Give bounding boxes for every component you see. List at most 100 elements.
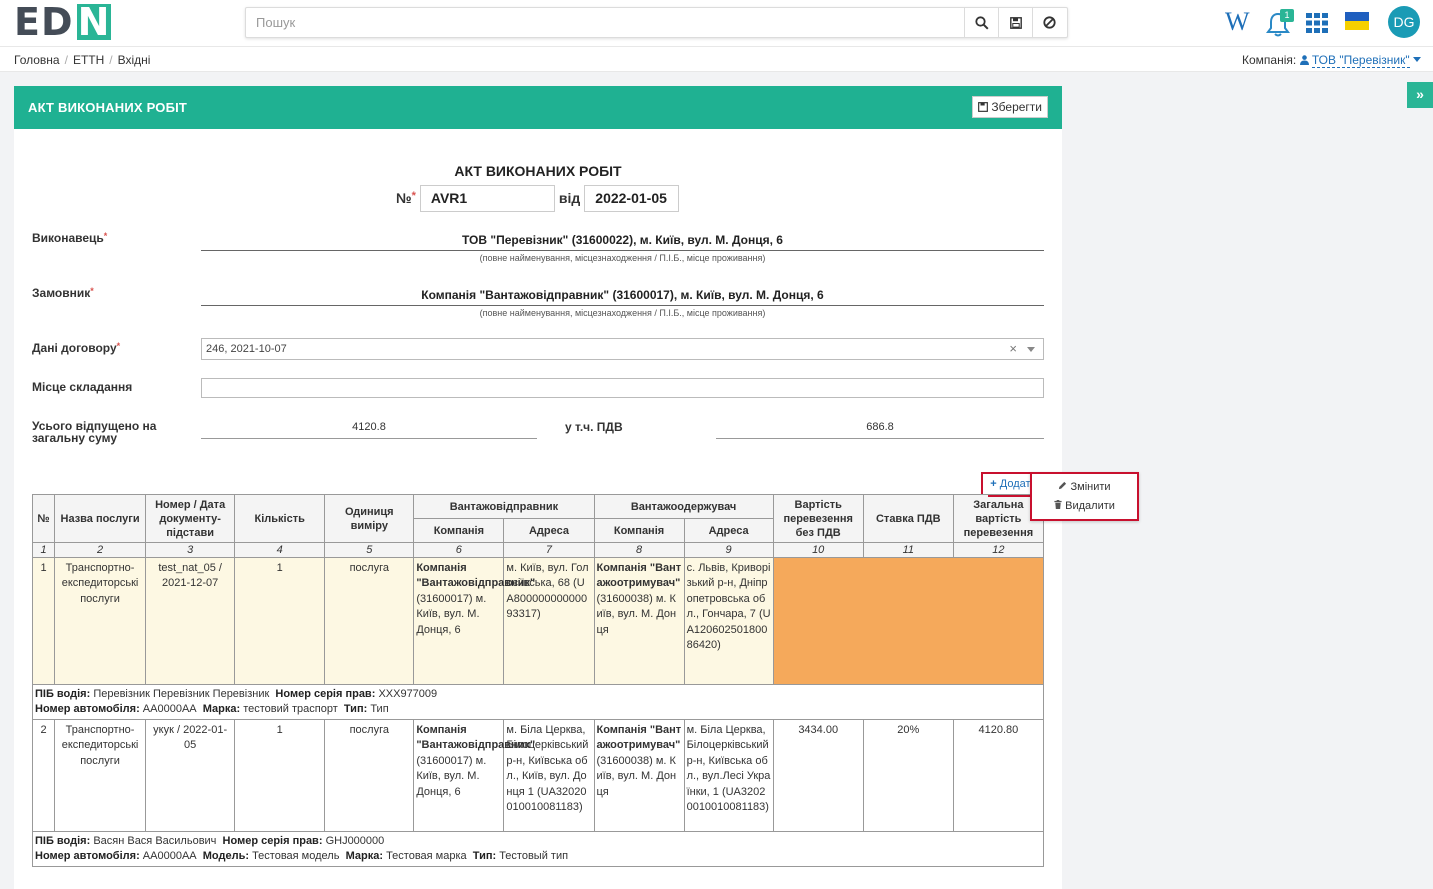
act-panel: АКТ ВИКОНАНИХ РОБІТ Зберегти АКТ ВИКОНАН… <box>14 86 1062 889</box>
executor-value[interactable]: ТОВ "Перевізник" (31600022), м. Київ, ву… <box>201 233 1044 251</box>
row-total <box>953 557 1045 685</box>
row-total: 4120.80 <box>952 719 1045 832</box>
search-button[interactable] <box>964 8 998 37</box>
col-doc-header: Номер / Дата документу-підстави <box>145 494 236 543</box>
row-num: 1 <box>31 557 56 685</box>
row-qty: 1 <box>234 557 326 685</box>
top-bar: ED N W 1 DG <box>0 0 1433 46</box>
company-label: Компанія: <box>1241 53 1297 67</box>
col-consignee-header: Вантажоодержувач <box>593 494 774 519</box>
user-avatar[interactable]: DG <box>1388 6 1420 38</box>
logo-text: ED <box>14 0 74 44</box>
breadcrumb-incoming[interactable]: Вхідні <box>118 53 151 67</box>
save-button-label: Зберегти <box>991 100 1042 114</box>
executor-hint: (повне найменування, місцезнаходження / … <box>479 253 766 263</box>
col-number: 2 <box>54 542 147 558</box>
wiki-icon[interactable]: W <box>1225 8 1250 36</box>
row-driver-info: ПІБ водія: Васян Вася Васильович Номер с… <box>32 831 1044 867</box>
delete-row-button[interactable]: Видалити <box>1032 500 1137 512</box>
customer-hint: (повне найменування, місцезнаходження / … <box>479 308 766 318</box>
col-qty-header: Кількість <box>234 494 326 543</box>
logo-accent: N <box>76 0 111 44</box>
floppy-icon <box>978 102 989 112</box>
row-shipper-address: м. Київ, вул. Голосіївська, 68 (UA800000… <box>503 557 595 685</box>
row-cost <box>772 557 864 685</box>
document-number-row: №* AVR1 від 2022-01-05 <box>396 184 680 212</box>
breadcrumb-bar: Головна / ЕТТН / Вхідні Компанія: ТОВ "Перев… <box>0 46 1433 72</box>
col-vat-header: Ставка ПДВ <box>862 494 954 543</box>
col-number: 8 <box>593 542 685 558</box>
panel-header: АКТ ВИКОНАНИХ РОБІТ Зберегти <box>14 86 1062 129</box>
table-row[interactable]: 1 Транспортно-експедиторські послуги tes… <box>31 557 1045 685</box>
document-title: АКТ ВИКОНАНИХ РОБІТ <box>454 163 622 179</box>
col-shipper-header: Вантажовідправник <box>413 494 595 519</box>
number-input[interactable]: AVR1 <box>419 184 555 212</box>
pencil-icon <box>1059 481 1067 490</box>
save-search-button[interactable] <box>998 8 1032 37</box>
company-selector[interactable]: Компанія: ТОВ "Перевізник" <box>1241 53 1421 68</box>
caret-down-icon <box>1413 57 1421 62</box>
total-value[interactable]: 4120.8 <box>201 419 537 439</box>
search-input[interactable] <box>246 8 964 37</box>
company-name[interactable]: ТОВ "Перевізник" <box>1311 53 1410 68</box>
col-number: 9 <box>683 542 774 558</box>
total-label: Усього відпущено на загальну суму <box>32 419 157 445</box>
col-consignee-company-header: Компанія <box>593 518 685 543</box>
breadcrumb-ettn[interactable]: ЕТТН <box>73 53 104 67</box>
table-row[interactable]: 2 Транспортно-експедиторські послуги уку… <box>31 719 1045 832</box>
col-number: 6 <box>413 542 505 558</box>
notification-badge: 1 <box>1280 9 1294 22</box>
row-vat <box>863 557 954 685</box>
row-service: Транспортно-експедиторські послуги <box>54 719 147 832</box>
row-actions-menu: Змінити Видалити <box>1030 472 1139 521</box>
col-number: 10 <box>772 542 864 558</box>
row-doc: test_nat_05 / 2021-12-07 <box>145 557 236 685</box>
place-label: Місце складання <box>32 380 133 394</box>
customer-value[interactable]: Компанія "Вантажовідправник" (31600017),… <box>201 288 1044 306</box>
breadcrumb-separator: / <box>109 53 113 67</box>
col-num-header: № <box>31 494 56 543</box>
breadcrumb-separator: / <box>64 53 68 67</box>
trash-icon <box>1054 500 1062 509</box>
edin-logo[interactable]: ED N <box>14 0 111 44</box>
col-number: 4 <box>234 542 326 558</box>
row-consignee-address: с. Львів, Криворізький р-н, Дніпропетров… <box>683 557 774 685</box>
ban-icon <box>1043 16 1056 29</box>
breadcrumb: Головна / ЕТТН / Вхідні <box>14 53 150 67</box>
clear-search-button[interactable] <box>1032 8 1066 37</box>
row-shipper-company: Компанія "Вантажовідправник" (31600017) … <box>413 719 535 832</box>
col-number: 3 <box>145 542 236 558</box>
row-unit: послуга <box>324 719 415 832</box>
search-box <box>245 7 1068 38</box>
col-unit-header: Одиниця виміру <box>324 494 415 543</box>
row-driver-info: ПІБ водія: Перевізник Перевізник Перевіз… <box>32 684 1044 720</box>
col-consignee-address-header: Адреса <box>683 518 774 543</box>
place-input[interactable] <box>201 378 1044 398</box>
col-shipper-company-header: Компанія <box>413 518 505 543</box>
vat-value[interactable]: 686.8 <box>716 419 1044 439</box>
contract-label: Дані договору* <box>32 341 121 355</box>
row-info: ПІБ водія: Перевізник Перевізник Перевіз… <box>32 684 1044 720</box>
row-shipper-company: Компанія "Вантажовідправник" (31600017) … <box>413 557 535 685</box>
row-consignee-address: м. Біла Церква, Білоцерківський р-н, Киї… <box>683 719 774 832</box>
contract-select[interactable]: 246, 2021-10-07 × <box>201 338 1044 360</box>
col-cost-header: Вартість перевезення без ПДВ <box>772 494 864 543</box>
date-input[interactable]: 2022-01-05 <box>584 184 680 212</box>
edit-row-button[interactable]: Змінити <box>1032 481 1137 493</box>
clear-icon[interactable]: × <box>1009 339 1017 359</box>
row-cost: 3434.00 <box>772 719 864 832</box>
ukraine-flag-icon[interactable] <box>1345 12 1369 30</box>
col-number: 11 <box>862 542 954 558</box>
row-consignee-company: Компанія "Вантажоотримувач" (31600038) м… <box>593 719 685 832</box>
row-shipper-address: м. Біла Церква, Білоцерківський р-н, Киї… <box>503 719 595 832</box>
callout-line <box>988 495 1030 497</box>
chevron-down-icon[interactable] <box>1027 347 1035 352</box>
row-service: Транспортно-експедиторські послуги <box>54 557 147 685</box>
save-button[interactable]: Зберегти <box>972 96 1048 118</box>
sidebar-expand-button[interactable]: » <box>1407 82 1433 108</box>
apps-grid-icon[interactable] <box>1306 13 1328 33</box>
floppy-icon <box>1009 16 1022 29</box>
breadcrumb-home[interactable]: Головна <box>14 53 60 67</box>
col-number: 1 <box>31 542 56 558</box>
row-num: 2 <box>31 719 56 832</box>
